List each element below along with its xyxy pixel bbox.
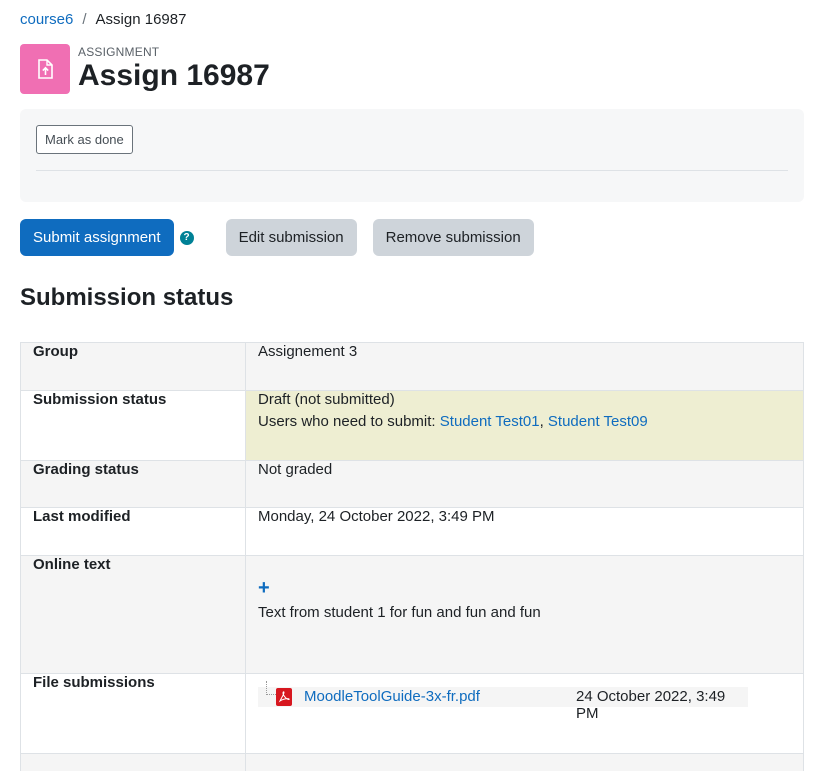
table-cell-empty <box>245 753 804 771</box>
online-text-label: Online text <box>20 555 246 674</box>
activity-divider <box>36 170 788 171</box>
last-modified-label: Last modified <box>20 507 246 556</box>
page-header: ASSIGNMENT Assign 16987 <box>20 44 270 94</box>
edit-submission-button[interactable]: Edit submission <box>225 219 357 256</box>
submission-status-value: Draft (not submitted) <box>258 391 395 408</box>
assignment-upload-icon <box>20 44 70 94</box>
page-title: Assign 16987 <box>78 59 270 92</box>
file-tree-item: MoodleToolGuide-3x-fr.pdf 24 October 202… <box>258 681 748 722</box>
file-submissions-cell: MoodleToolGuide-3x-fr.pdf 24 October 202… <box>245 673 804 754</box>
online-text-cell: + Text from student 1 for fun and fun an… <box>245 555 804 674</box>
file-link[interactable]: MoodleToolGuide-3x-fr.pdf <box>304 688 480 705</box>
grading-status-label: Grading status <box>20 460 246 508</box>
last-modified-value: Monday, 24 October 2022, 3:49 PM <box>245 507 804 556</box>
breadcrumb: course6 / Assign 16987 <box>20 11 186 28</box>
user-link-student-test01[interactable]: Student Test01 <box>440 413 540 430</box>
pdf-file-icon <box>276 688 292 706</box>
submission-status-table: Group Assignement 3 Submission status Dr… <box>20 342 804 771</box>
mark-as-done-button[interactable]: Mark as done <box>36 125 133 154</box>
section-title: Submission status <box>20 284 234 311</box>
file-date: 24 October 2022, 3:49 PM <box>576 688 726 722</box>
table-row: Last modified Monday, 24 October 2022, 3… <box>20 507 804 556</box>
grading-status-value: Not graded <box>245 460 804 508</box>
group-value: Assignement 3 <box>245 342 804 391</box>
expand-plus-icon[interactable]: + <box>258 578 791 598</box>
table-row: Online text + Text from student 1 for fu… <box>20 555 804 674</box>
table-row <box>20 753 804 771</box>
submission-status-label: Submission status <box>20 390 246 461</box>
users-to-submit-prefix: Users who need to submit: <box>258 413 440 430</box>
file-submissions-label: File submissions <box>20 673 246 754</box>
table-row: Grading status Not graded <box>20 460 804 508</box>
group-label: Group <box>20 342 246 391</box>
remove-submission-button[interactable]: Remove submission <box>372 219 534 256</box>
breadcrumb-separator: / <box>82 11 87 28</box>
submission-status-cell: Draft (not submitted) Users who need to … <box>245 390 804 461</box>
activity-information: Mark as done <box>20 109 804 202</box>
submit-assignment-button[interactable]: Submit assignment <box>20 219 174 256</box>
table-row: Submission status Draft (not submitted) … <box>20 390 804 461</box>
online-text-value: Text from student 1 for fun and fun and … <box>258 604 541 621</box>
user-link-student-test09[interactable]: Student Test09 <box>548 413 648 430</box>
table-row: File submissions MoodleToolGuide-3x-fr.p… <box>20 673 804 754</box>
table-row: Group Assignement 3 <box>20 342 804 391</box>
breadcrumb-current: Assign 16987 <box>95 11 187 28</box>
activity-type-label: ASSIGNMENT <box>78 45 160 59</box>
help-icon[interactable]: ? <box>179 230 194 245</box>
submission-actions: Submit assignment ? Edit submission Remo… <box>20 219 534 256</box>
users-separator: , <box>539 413 548 430</box>
breadcrumb-course-link[interactable]: course6 <box>20 11 73 28</box>
users-to-submit: Users who need to submit: Student Test01… <box>258 413 791 430</box>
table-cell-empty <box>20 753 246 771</box>
